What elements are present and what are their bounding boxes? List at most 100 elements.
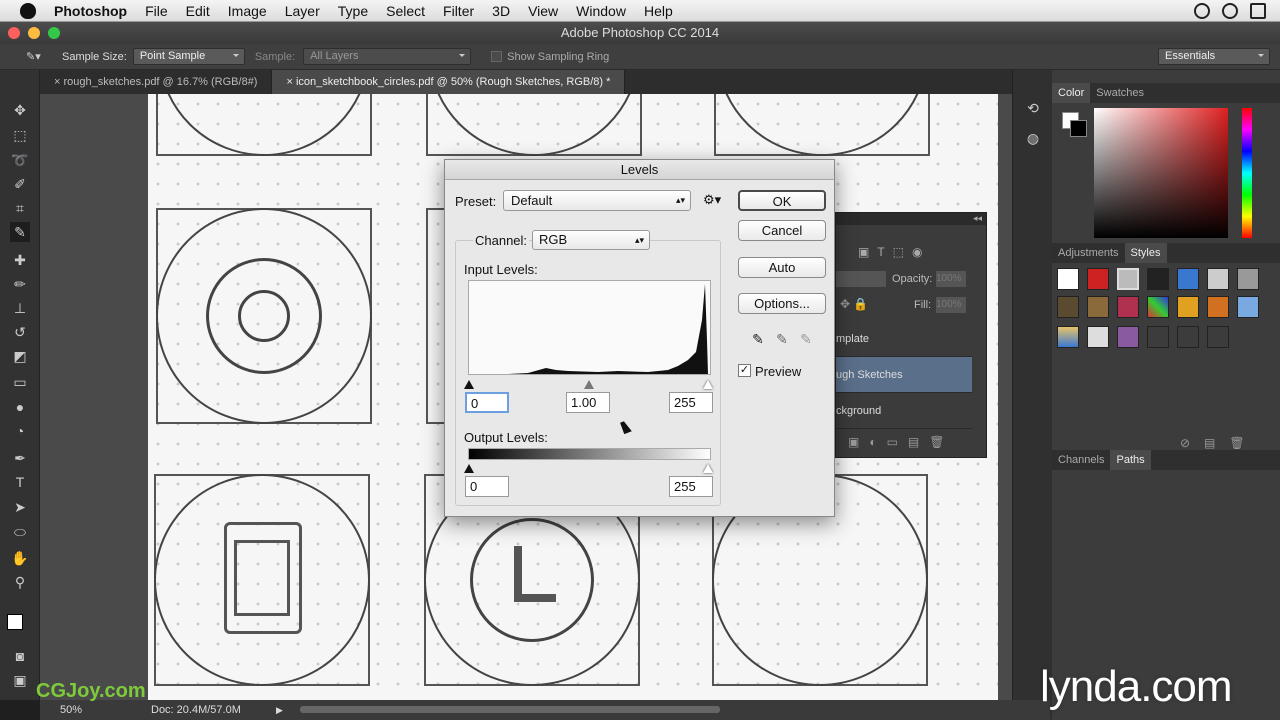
history-panel-icon[interactable]: ⟲ <box>1023 98 1043 118</box>
tab-channels[interactable]: Channels <box>1052 450 1110 470</box>
menu-file[interactable]: File <box>145 3 168 19</box>
blur-tool-icon[interactable]: ● <box>10 397 30 417</box>
zoom-level[interactable]: 50% <box>60 700 82 720</box>
gradient-tool-icon[interactable]: ▭ <box>10 372 30 392</box>
output-white-slider[interactable] <box>703 459 713 473</box>
style-swatch[interactable] <box>1207 326 1229 348</box>
output-white-field[interactable]: 255 <box>669 476 713 497</box>
input-white-field[interactable]: 255 <box>669 392 713 413</box>
horizontal-scrollbar[interactable] <box>300 706 720 713</box>
input-mid-field[interactable]: 1.00 <box>566 392 610 413</box>
style-swatch[interactable] <box>1117 268 1139 290</box>
tab-rough-sketches[interactable]: × rough_sketches.pdf @ 16.7% (RGB/8#) <box>40 70 273 94</box>
gray-point-eyedropper-icon[interactable]: ✎ <box>773 330 791 348</box>
status-menu-arrow-icon[interactable]: ▶ <box>276 700 283 720</box>
styles-footer-icons[interactable]: ⊘▤🗑 <box>1180 436 1259 450</box>
layers-footer-icons[interactable]: ▣◐▭▤🗑 <box>848 435 955 449</box>
show-ring-checkbox[interactable] <box>491 51 503 62</box>
auto-button[interactable]: Auto <box>738 257 826 278</box>
quick-select-tool-icon[interactable]: ✐ <box>10 174 30 194</box>
crop-tool-icon[interactable]: ⌗ <box>10 198 30 218</box>
style-swatch[interactable] <box>1237 296 1259 318</box>
style-swatch[interactable] <box>1177 326 1199 348</box>
brush-tool-icon[interactable]: ✏ <box>10 274 30 294</box>
stamp-tool-icon[interactable]: ⊥ <box>10 298 30 318</box>
notification-icon[interactable] <box>1250 3 1266 19</box>
tab-swatches[interactable]: Swatches <box>1090 83 1150 103</box>
app-menu[interactable]: Photoshop <box>54 3 127 19</box>
sample-size-dropdown[interactable]: Point Sample <box>132 48 245 65</box>
tab-paths[interactable]: Paths <box>1110 450 1151 470</box>
style-swatch[interactable] <box>1237 268 1259 290</box>
style-swatch[interactable] <box>1117 296 1139 318</box>
options-button[interactable]: Options... <box>738 293 826 314</box>
workspace-dropdown[interactable]: Essentials <box>1158 48 1270 65</box>
input-black-slider[interactable] <box>464 375 474 389</box>
tab-icon-sketchbook[interactable]: × icon_sketchbook_circles.pdf @ 50% (Rou… <box>272 70 626 94</box>
history-brush-icon[interactable]: ↺ <box>10 322 30 342</box>
tab-adjustments[interactable]: Adjustments <box>1052 243 1125 263</box>
screen-mode-icon[interactable]: ▣ <box>10 670 30 690</box>
doc-size[interactable]: Doc: 20.4M/57.0M <box>151 700 241 720</box>
style-swatch[interactable] <box>1207 268 1229 290</box>
marquee-tool-icon[interactable]: ⬚ <box>10 125 30 145</box>
preset-gear-icon[interactable]: ⚙▾ <box>703 192 721 208</box>
layer-row-background[interactable]: ckground <box>836 393 972 429</box>
ok-button[interactable]: OK <box>738 190 826 211</box>
color-spectrum-field[interactable] <box>1094 108 1228 238</box>
creative-cloud-icon[interactable] <box>1194 3 1210 19</box>
style-swatch[interactable] <box>1177 268 1199 290</box>
menu-layer[interactable]: Layer <box>285 3 320 19</box>
menu-window[interactable]: Window <box>576 3 626 19</box>
layer-row-rough-sketches[interactable]: ugh Sketches <box>836 357 972 393</box>
vertical-scrollbar[interactable] <box>998 94 1012 700</box>
style-swatch[interactable] <box>1147 326 1169 348</box>
bg-color-chip[interactable] <box>1070 120 1087 137</box>
zoom-window-button[interactable] <box>48 27 60 39</box>
hand-tool-icon[interactable]: ✋ <box>10 548 30 568</box>
black-point-eyedropper-icon[interactable]: ✎ <box>749 330 767 348</box>
eyedropper-icon[interactable]: ✎ <box>10 222 30 242</box>
dodge-tool-icon[interactable]: ◔ <box>10 421 30 441</box>
style-swatch[interactable] <box>1117 326 1139 348</box>
healing-brush-icon[interactable]: ✚ <box>10 250 30 270</box>
minimize-window-button[interactable] <box>28 27 40 39</box>
opacity-value[interactable]: 100% <box>936 271 966 287</box>
input-gray-slider[interactable] <box>584 375 594 389</box>
sample-dropdown[interactable]: All Layers <box>303 48 472 65</box>
input-black-field[interactable]: 0 <box>465 392 509 413</box>
style-swatch[interactable] <box>1147 268 1169 290</box>
layer-row-template[interactable]: mplate <box>836 321 972 357</box>
lasso-tool-icon[interactable]: ➰ <box>10 150 30 170</box>
menu-image[interactable]: Image <box>228 3 267 19</box>
menu-help[interactable]: Help <box>644 3 673 19</box>
cancel-button[interactable]: Cancel <box>738 220 826 241</box>
output-black-slider[interactable] <box>464 459 474 473</box>
menu-3d[interactable]: 3D <box>492 3 510 19</box>
menu-edit[interactable]: Edit <box>186 3 210 19</box>
path-select-tool-icon[interactable]: ➤ <box>10 497 30 517</box>
eyedropper-tool-icon[interactable]: ✎▾ <box>26 50 46 63</box>
foreground-color-swatch[interactable] <box>7 614 23 630</box>
pen-tool-icon[interactable]: ✒ <box>10 448 30 468</box>
menu-filter[interactable]: Filter <box>443 3 474 19</box>
style-swatch-none[interactable] <box>1057 268 1079 290</box>
quick-mask-icon[interactable]: ◙ <box>10 646 30 666</box>
blend-mode-dropdown[interactable] <box>836 271 886 287</box>
lock-icons[interactable]: ✥ 🔒 <box>840 297 868 311</box>
channel-dropdown[interactable]: RGB ▴▾ <box>532 230 650 250</box>
tab-color[interactable]: Color <box>1052 83 1091 103</box>
hue-slider[interactable] <box>1242 108 1252 238</box>
tab-styles[interactable]: Styles <box>1124 243 1167 263</box>
style-swatch[interactable] <box>1177 296 1199 318</box>
output-black-field[interactable]: 0 <box>465 476 509 497</box>
close-window-button[interactable] <box>8 27 20 39</box>
spotlight-icon[interactable] <box>1222 3 1238 19</box>
move-tool-icon[interactable]: ✥ <box>10 100 30 120</box>
white-point-eyedropper-icon[interactable]: ✎ <box>797 330 815 348</box>
style-swatch[interactable] <box>1087 326 1109 348</box>
layer-filter-icons[interactable]: ▣T⬚◉ <box>858 245 930 259</box>
style-swatch[interactable] <box>1087 268 1109 290</box>
menu-view[interactable]: View <box>528 3 558 19</box>
input-white-slider[interactable] <box>703 375 713 389</box>
